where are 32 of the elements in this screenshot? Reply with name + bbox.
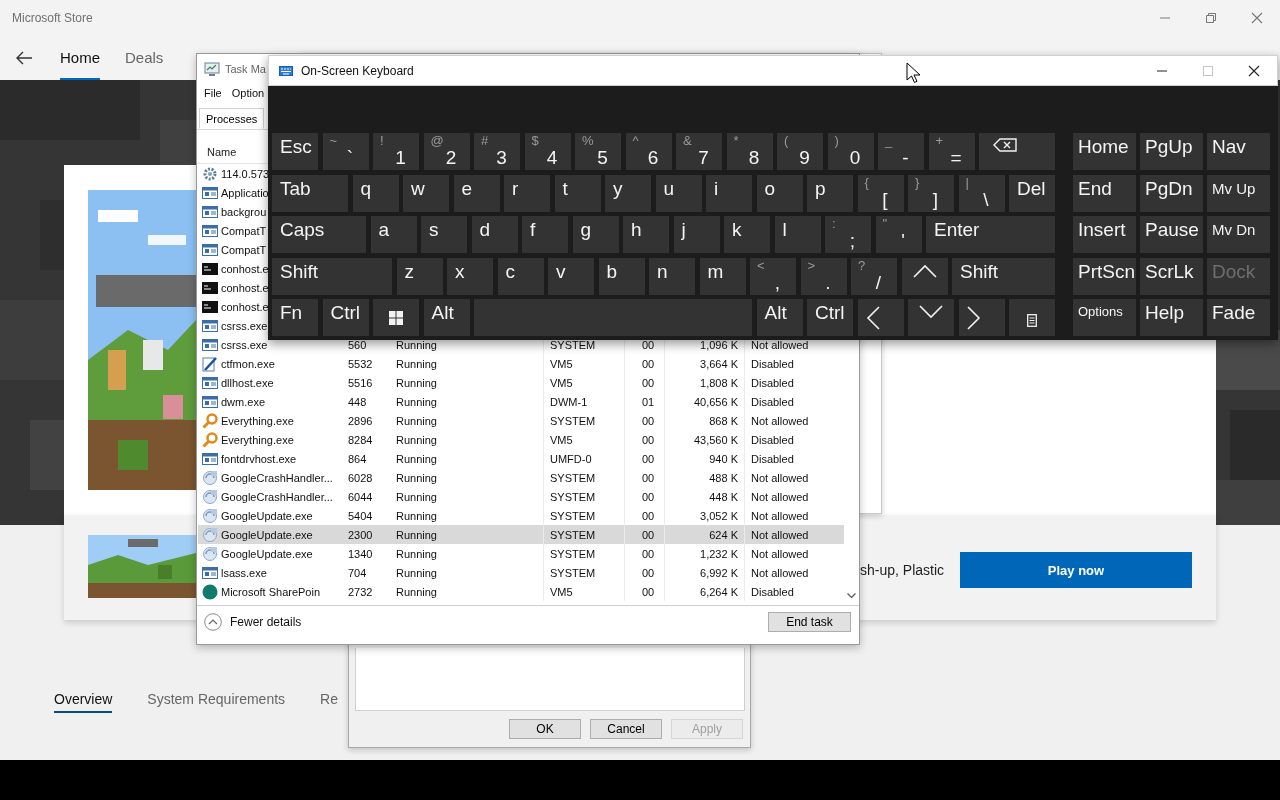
table-cell: Not allowed (751, 528, 809, 541)
table-cell: Microsoft SharePoin (221, 585, 321, 598)
table-cell: 624 K (709, 528, 738, 541)
table-cell: 00 (642, 547, 655, 560)
table-cell: GoogleUpdate.exe (221, 547, 313, 560)
table-cell: lsass.exe (221, 566, 267, 579)
table-cell: 6,992 K (700, 566, 738, 579)
table-cell: Running (396, 547, 437, 560)
window-title: Task Ma (225, 62, 266, 75)
table-cell: Running (396, 528, 437, 541)
table-cell: 6,264 K (700, 585, 738, 598)
table-cell: SYSTEM (550, 547, 596, 560)
table-cell: 2732 (348, 585, 373, 598)
table-cell: Not allowed (751, 566, 809, 579)
window-title: On-Screen Keyboard (301, 63, 414, 78)
table-cell: 704 (348, 566, 367, 579)
table-cell: 00 (642, 528, 655, 541)
table-cell: VM5 (550, 585, 573, 598)
window-title: Microsoft Store (12, 10, 93, 25)
promo-text: sh-up, Plastic (860, 562, 945, 578)
table-cell: 1,232 K (700, 547, 738, 560)
table-cell: Running (396, 585, 437, 598)
table-cell: Not allowed (751, 547, 809, 560)
table-cell: 1340 (348, 547, 373, 560)
table-cell: SYSTEM (550, 566, 596, 579)
table-cell: Disabled (751, 585, 794, 598)
table-cell: SYSTEM (550, 528, 596, 541)
table-cell: 00 (642, 566, 655, 579)
table-cell: 00 (642, 585, 655, 598)
table-cell: GoogleUpdate.exe (221, 528, 313, 541)
table-cell: 2300 (348, 528, 373, 541)
table-cell: Running (396, 566, 437, 579)
